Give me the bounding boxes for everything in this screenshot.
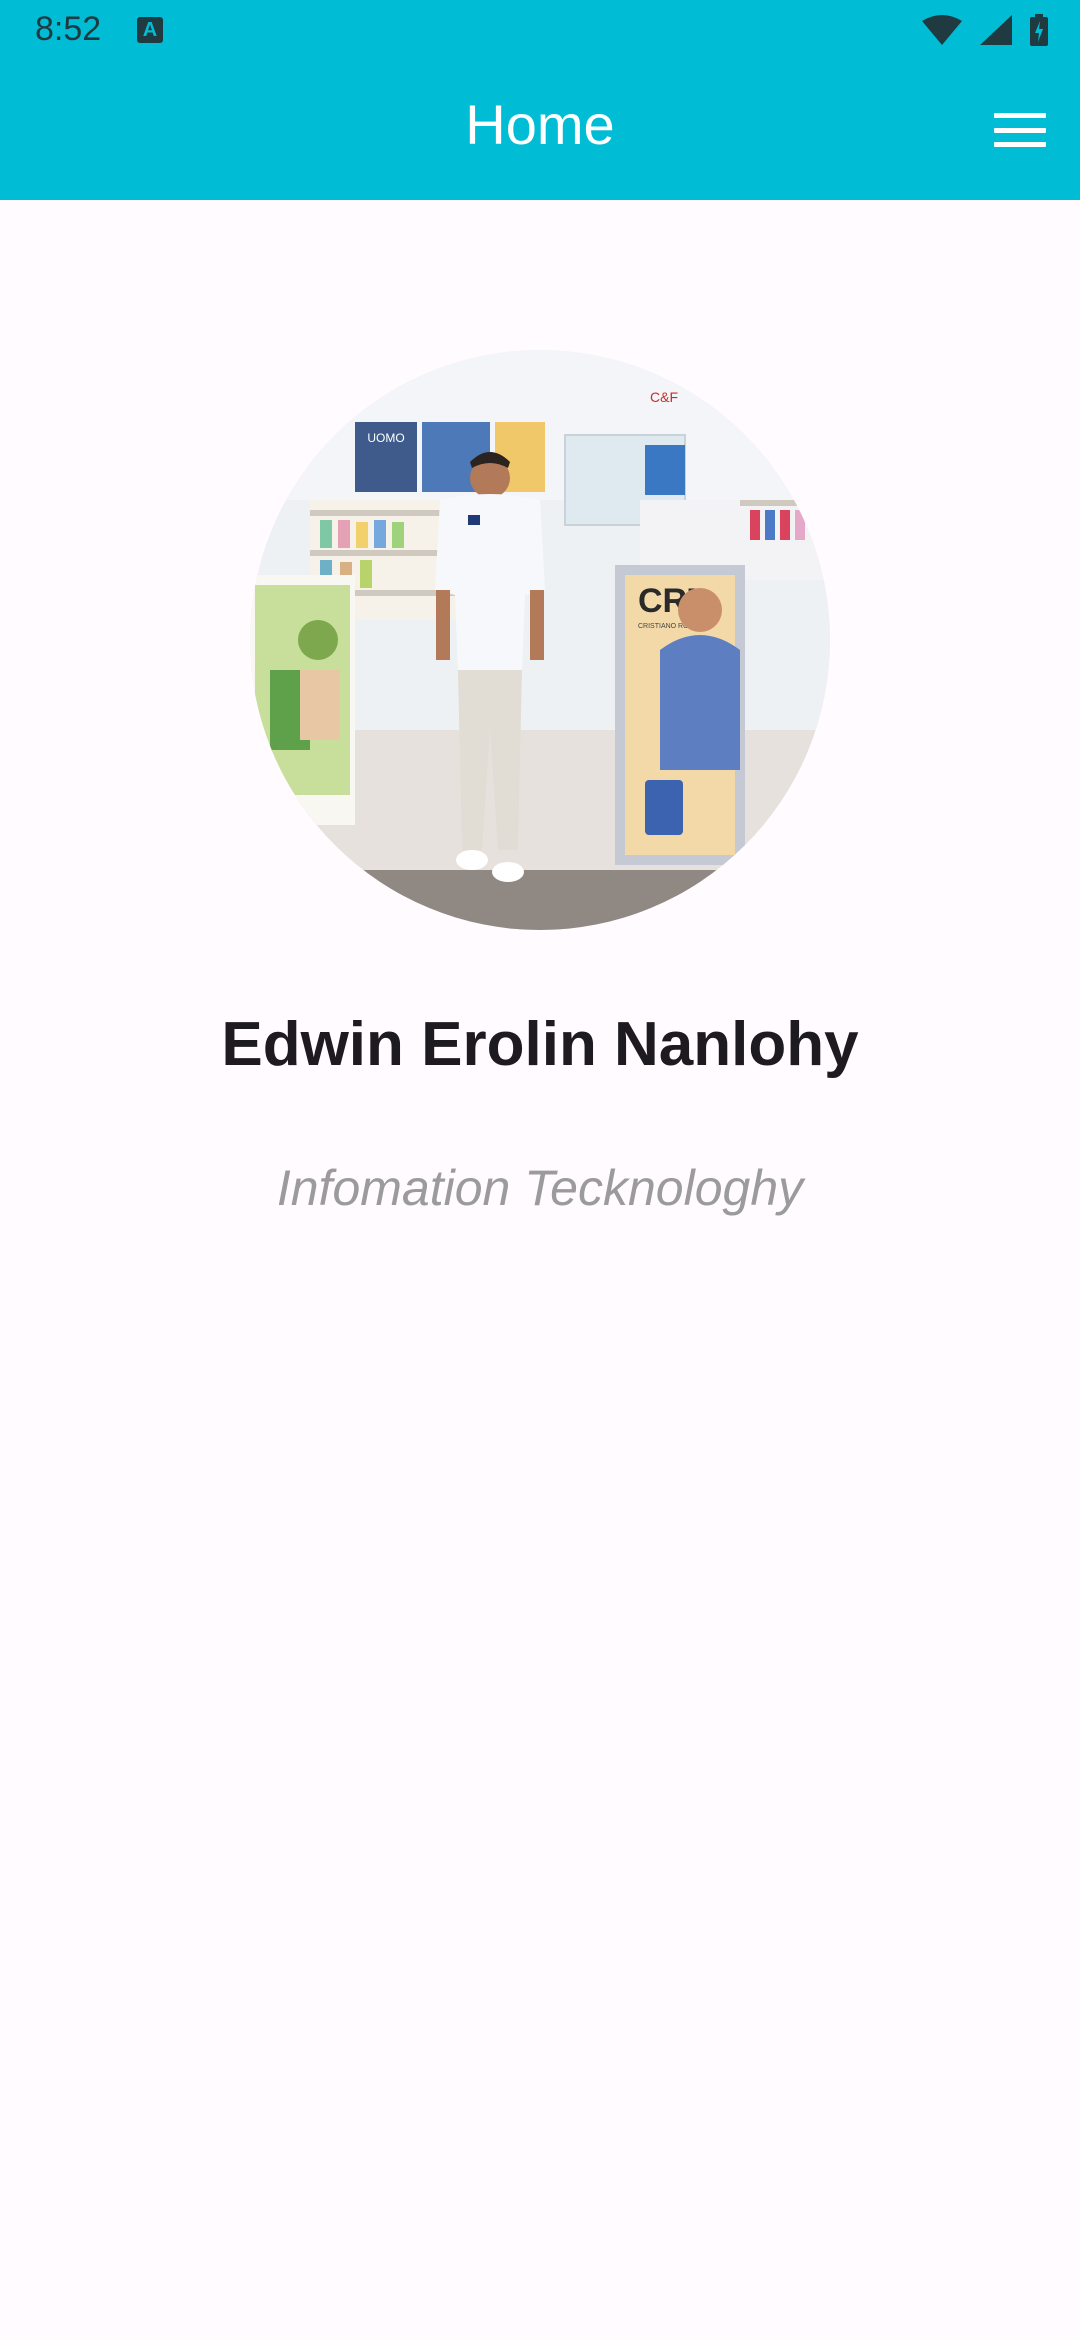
menu-button[interactable] [990,105,1050,155]
notification-app-icon: A [137,17,163,43]
status-time: 8:52 [35,10,102,48]
profile-photo-illustration: UOMO C&F CR7 CRISTIANO RONALDO [250,350,830,930]
profile-photo: UOMO C&F CR7 CRISTIANO RONALDO [250,350,830,930]
page-title: Home [465,93,615,156]
top-app-bar: 8:52 A Home [0,0,1080,200]
battery-charging-icon [1030,14,1048,46]
store-sign: C&F [650,389,678,405]
hamburger-menu-icon-line-2 [994,127,1046,133]
poster-uomo-label: UOMO [367,431,404,445]
profile-subtitle: Infomation Tecknologhy [276,1160,804,1216]
hamburger-menu-icon-line-3 [994,142,1046,147]
status-bar: 8:52 A [0,0,1080,60]
wifi-icon [922,15,962,45]
profile-name: Edwin Erolin Nanlohy [221,1010,859,1079]
status-icons [922,14,1048,46]
hamburger-menu-icon [994,113,1046,118]
signal-icon [980,15,1012,45]
